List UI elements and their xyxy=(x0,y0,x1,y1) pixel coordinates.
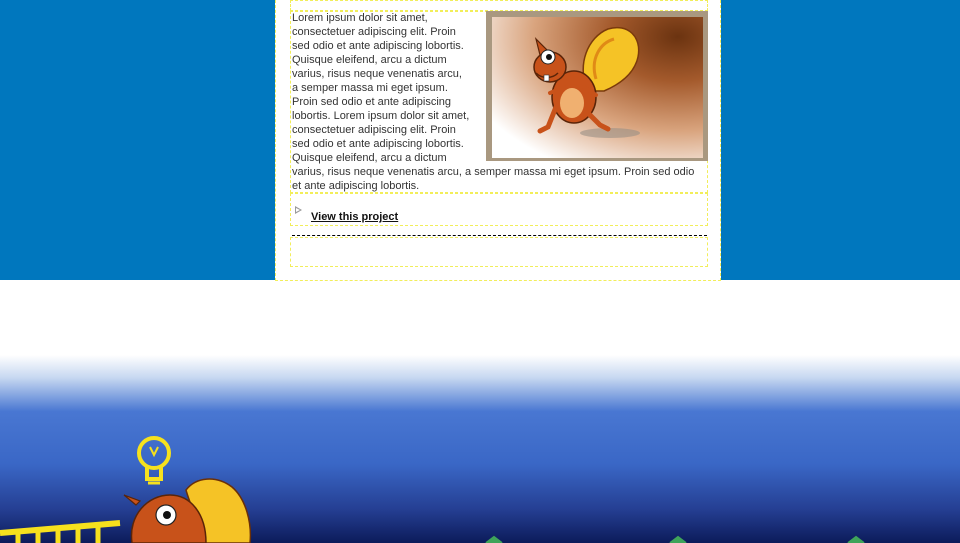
article-text-wrapped: Lorem ipsum dolor sit amet, consectetuer… xyxy=(292,12,470,164)
ladder-icon xyxy=(0,520,121,543)
section-divider xyxy=(292,235,707,236)
lightbulb-icon xyxy=(137,436,171,485)
project-photo-frame[interactable] xyxy=(486,11,708,161)
squirrel-illustration xyxy=(533,26,640,138)
squirrel-peek-icon xyxy=(123,478,252,543)
layout-guide-top xyxy=(290,0,708,11)
footer-illustration xyxy=(0,436,865,543)
content-column: Lorem ipsum dolor sit amet, consectetuer… xyxy=(275,0,721,281)
view-project-link[interactable]: View this project xyxy=(311,211,398,223)
project-photo[interactable] xyxy=(492,17,703,158)
article-body: Lorem ipsum dolor sit amet, consectetuer… xyxy=(292,11,708,193)
layout-guide-bottom xyxy=(290,237,708,267)
footer-gradient-band xyxy=(0,355,960,543)
triangle-right-icon xyxy=(295,206,303,214)
article-text-full: varius, risus neque venenatis arcu, a se… xyxy=(292,166,695,192)
